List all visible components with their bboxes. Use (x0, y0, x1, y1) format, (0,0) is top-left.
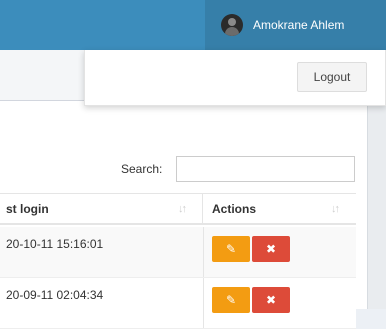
user-avatar-icon (221, 14, 243, 36)
sort-icon[interactable]: ↓↑ (178, 203, 187, 215)
edit-button[interactable]: ✎ (212, 236, 250, 262)
sort-icon[interactable]: ↓↑ (331, 203, 340, 215)
last-login-cell: 20-10-11 15:16:01 (6, 237, 104, 251)
table-row: 20-10-11 15:16:01 ✎ ✖ (0, 227, 356, 278)
delete-button[interactable]: ✖ (252, 236, 290, 262)
pencil-icon: ✎ (225, 242, 237, 256)
table-row: 20-09-11 02:04:34 ✎ ✖ (0, 278, 356, 329)
top-navbar: Amokrane Ahlem (0, 0, 386, 50)
column-header-last-login[interactable]: st login ↓↑ (0, 194, 203, 225)
user-dropdown-menu: Logout (84, 50, 386, 106)
column-header-label: st login (6, 201, 49, 216)
users-table: st login ↓↑ Actions ↓↑ 20-10-11 15:16:01… (0, 193, 356, 329)
column-header-actions[interactable]: Actions ↓↑ (203, 194, 356, 225)
edit-button[interactable]: ✎ (212, 287, 250, 313)
column-header-label: Actions (212, 201, 257, 216)
pencil-icon: ✎ (225, 293, 237, 307)
search-label: Search: (121, 162, 163, 176)
user-menu-toggle[interactable]: Amokrane Ahlem (205, 0, 386, 50)
delete-button[interactable]: ✖ (252, 287, 290, 313)
actions-cell: ✎ ✖ (203, 278, 357, 328)
search-input[interactable] (176, 156, 355, 182)
actions-cell: ✎ ✖ (203, 227, 357, 277)
username-label: Amokrane Ahlem (253, 18, 345, 32)
close-icon: ✖ (265, 242, 277, 256)
logout-button[interactable]: Logout (297, 62, 367, 92)
page-scrollbar[interactable] (367, 101, 386, 309)
close-icon: ✖ (265, 293, 277, 307)
last-login-cell: 20-09-11 02:04:34 (6, 288, 104, 302)
